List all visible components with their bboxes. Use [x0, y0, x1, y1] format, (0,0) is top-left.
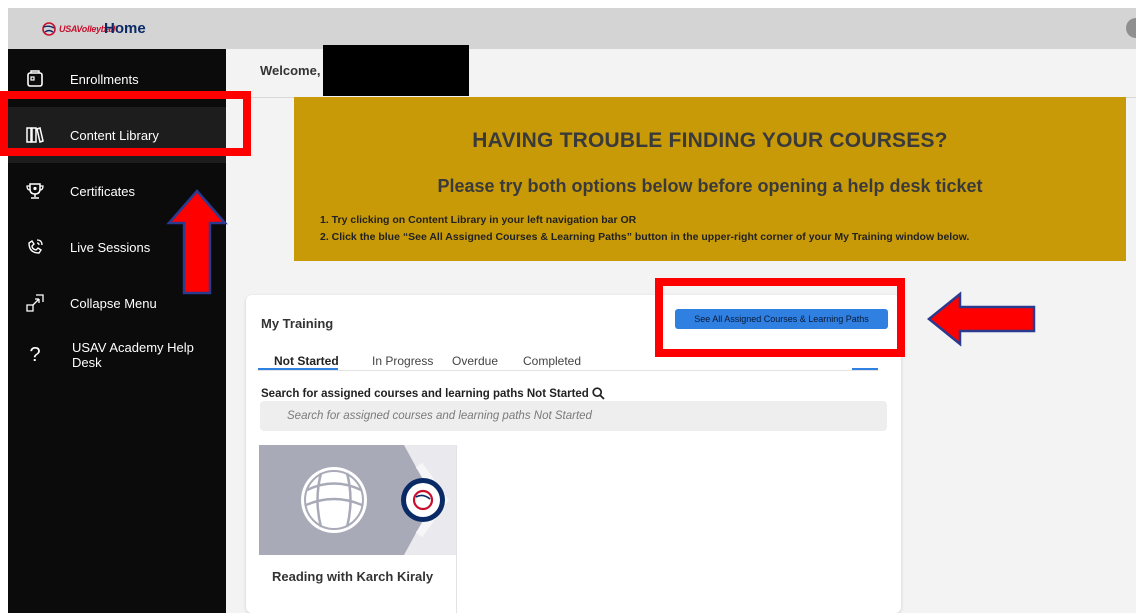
live-session-icon: [24, 236, 46, 258]
sidebar-item-label: USAV Academy Help Desk: [72, 340, 194, 370]
page-title: Home: [104, 20, 146, 37]
banner-heading: HAVING TROUBLE FINDING YOUR COURSES?: [472, 129, 948, 152]
welcome-text: Welcome,: [260, 63, 321, 78]
sidebar-item-label: Collapse Menu: [70, 295, 157, 311]
annotation-box-content-library: [0, 91, 251, 156]
top-bar: USAVolleyball Home: [8, 8, 1136, 49]
help-icon: ?: [29, 343, 41, 366]
tab-overdue[interactable]: Overdue: [452, 354, 498, 368]
course-title: Reading with Karch Kiraly: [272, 569, 434, 584]
sidebar-item-help-desk[interactable]: ? USAV Academy Help Desk: [8, 327, 226, 383]
course-thumbnail: [259, 445, 456, 555]
search-icon[interactable]: [592, 387, 605, 400]
volleyball-logo-icon: [42, 22, 56, 36]
banner-step-1: 1. Try clicking on Content Library in yo…: [320, 214, 637, 226]
collapse-icon: [24, 292, 46, 314]
banner-step-2: 2. Click the blue “See All Assigned Cour…: [320, 231, 970, 243]
annotation-arrow-left-icon: [927, 291, 1036, 347]
tab-completed[interactable]: Completed: [523, 354, 581, 368]
annotation-arrow-up-icon: [166, 189, 228, 295]
help-banner: HAVING TROUBLE FINDING YOUR COURSES? Ple…: [294, 97, 1126, 261]
banner-subheading: Please try both options below before ope…: [437, 176, 983, 196]
avatar[interactable]: [1126, 18, 1136, 38]
redacted-username: [323, 45, 469, 96]
usav-badge-icon: [401, 478, 445, 522]
search-label-text: Search for assigned courses and learning…: [261, 387, 589, 400]
certificate-icon: [24, 180, 46, 202]
enrollments-icon: [24, 68, 46, 90]
sidebar-item-label: Live Sessions: [70, 239, 151, 255]
search-input[interactable]: [260, 401, 887, 431]
course-card[interactable]: Reading with Karch Kiraly: [259, 445, 457, 613]
my-training-title: My Training: [261, 316, 334, 331]
annotation-box-see-all-button: [655, 278, 905, 357]
search-label: Search for assigned courses and learning…: [261, 387, 605, 400]
tab-not-started[interactable]: Not Started: [274, 354, 339, 368]
volleyball-icon: [301, 467, 367, 533]
active-tab-indicator: [258, 368, 338, 370]
tab-divider: [258, 370, 878, 371]
sidebar-item-label: Enrollments: [70, 71, 139, 87]
sidebar-item-label: Certificates: [70, 183, 136, 199]
tab-scroll-indicator: [852, 368, 878, 370]
tab-in-progress[interactable]: In Progress: [372, 354, 433, 368]
